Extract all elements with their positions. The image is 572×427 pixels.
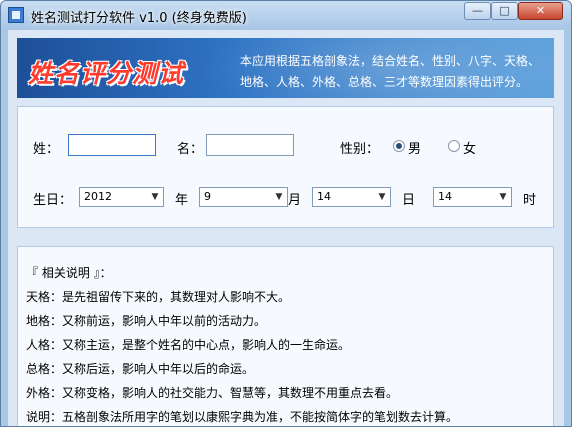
year-unit-label: 年 xyxy=(175,193,189,208)
minimize-button[interactable]: — xyxy=(464,2,491,20)
explanation-line: 地格：又称前运，影响人中年以前的活动力。 xyxy=(26,314,267,328)
gender-female-radio[interactable] xyxy=(448,140,460,152)
explanation-heading: 『 相关说明 』： xyxy=(26,266,112,280)
day-select[interactable]: 14 ▼ xyxy=(312,187,391,207)
year-select[interactable]: 2012 ▼ xyxy=(79,187,164,207)
explanation-line: 说明：五格剖象法所用字的笔划以康熙字典为准，不能按简体字的笔划数去计算。 xyxy=(26,410,459,424)
close-button[interactable]: ✕ xyxy=(518,2,563,20)
banner-description-line: 地格、人格、外格、总格、三才等数理因素得出评分。 xyxy=(240,75,529,89)
birthday-label: 生日： xyxy=(33,193,73,208)
maximize-button[interactable]: □ xyxy=(491,2,518,20)
input-form-panel: 姓： 名： 性别： 男 女 生日： 2012 ▼ 年 9 ▼ 月 14 ▼ 日 … xyxy=(17,106,554,228)
gender-male-label[interactable]: 男 xyxy=(408,138,421,157)
explanation-line: 天格：是先祖留传下来的，其数理对人影响不大。 xyxy=(26,290,291,304)
month-unit-label: 月 xyxy=(288,193,302,208)
month-value: 9 xyxy=(204,190,211,203)
banner-description-line: 本应用根据五格剖象法，结合姓名、性别、八字、天格、 xyxy=(240,54,541,68)
banner-logo: 姓名评分测试 xyxy=(28,59,185,88)
chevron-down-icon: ▼ xyxy=(499,192,507,202)
chevron-down-icon: ▼ xyxy=(378,192,386,202)
title-bar[interactable]: 姓名测试打分软件 v1.0 (终身免费版) — □ ✕ xyxy=(1,1,571,29)
hour-select[interactable]: 14 ▼ xyxy=(433,187,512,207)
year-value: 2012 xyxy=(84,190,112,203)
window-title: 姓名测试打分软件 v1.0 (终身免费版) xyxy=(31,11,247,26)
app-window: 姓名测试打分软件 v1.0 (终身免费版) — □ ✕ 姓名评分测试 本应用根据… xyxy=(0,0,572,427)
given-name-label: 名： xyxy=(177,142,204,157)
chevron-down-icon: ▼ xyxy=(275,192,283,202)
month-select[interactable]: 9 ▼ xyxy=(199,187,288,207)
explanation-line: 总格：又称后运，影响人中年以后的命运。 xyxy=(26,362,255,376)
hour-unit-label: 时 xyxy=(523,193,537,208)
surname-label: 姓： xyxy=(33,142,60,157)
app-icon xyxy=(8,7,24,23)
day-value: 14 xyxy=(317,190,331,203)
explanation-line: 外格：又称变格，影响人的社交能力、智慧等，其数理不用重点去看。 xyxy=(26,386,399,400)
gender-female-label[interactable]: 女 xyxy=(463,138,476,157)
surname-input[interactable] xyxy=(68,134,156,156)
gender-male-radio[interactable] xyxy=(393,140,405,152)
explanation-line: 人格：又称主运，是整个姓名的中心点，影响人的一生命运。 xyxy=(26,338,351,352)
given-name-input[interactable] xyxy=(206,134,294,156)
hour-value: 14 xyxy=(438,190,452,203)
day-unit-label: 日 xyxy=(402,193,416,208)
banner-description: 本应用根据五格剖象法，结合姓名、性别、八字、天格、 地格、人格、外格、总格、三才… xyxy=(240,51,552,93)
gender-label: 性别： xyxy=(340,142,380,157)
client-area: 姓名评分测试 本应用根据五格剖象法，结合姓名、性别、八字、天格、 地格、人格、外… xyxy=(8,30,564,426)
header-banner: 姓名评分测试 本应用根据五格剖象法，结合姓名、性别、八字、天格、 地格、人格、外… xyxy=(17,38,554,98)
chevron-down-icon: ▼ xyxy=(151,192,159,202)
explanation-panel: 『 相关说明 』： 天格：是先祖留传下来的，其数理对人影响不大。 地格：又称前运… xyxy=(17,246,554,426)
